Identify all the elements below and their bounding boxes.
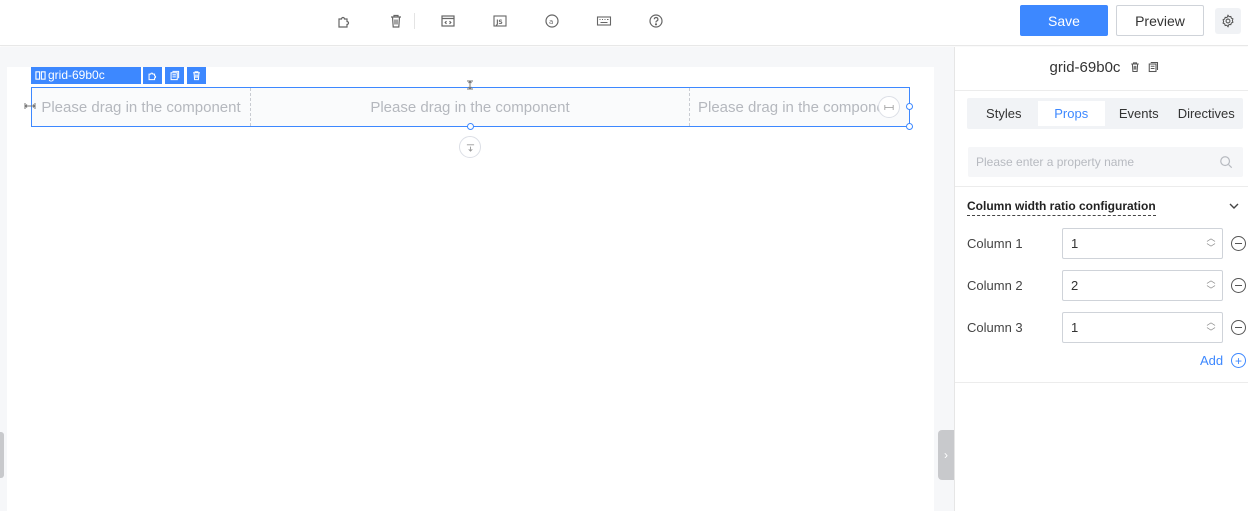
search-icon <box>1220 156 1233 169</box>
panel-title-actions <box>1129 61 1159 73</box>
column-3-stepper: ︿ ﹀ <box>1062 312 1223 343</box>
delete-icon[interactable] <box>387 12 405 30</box>
divider <box>955 90 1248 91</box>
plus-circle-icon[interactable]: + <box>1231 353 1246 368</box>
property-search <box>968 147 1243 177</box>
toolbar-divider <box>414 13 415 29</box>
collapse-panel-button[interactable]: › <box>938 430 954 480</box>
keyboard-icon[interactable] <box>595 12 613 30</box>
stepper-controls: ︿ ﹀ <box>1200 229 1222 258</box>
resize-handle-corner[interactable] <box>906 123 913 130</box>
resize-handle-right[interactable] <box>906 103 913 110</box>
column-1-label: Column 1 <box>967 236 1023 251</box>
panel-title: grid-69b0c <box>1049 59 1121 76</box>
decrement-icon[interactable]: ﹀ <box>1206 286 1215 295</box>
grid-column[interactable]: Please drag in the component <box>251 88 690 126</box>
divider <box>955 186 1248 187</box>
component-name-tag[interactable]: grid-69b0c <box>31 67 141 84</box>
grid-component[interactable]: Please drag in the component Please drag… <box>31 87 910 127</box>
increment-icon[interactable]: ︿ <box>1206 234 1215 243</box>
expand-horizontal-icon <box>884 104 894 110</box>
property-search-input[interactable] <box>976 155 1219 169</box>
resize-height-icon[interactable] <box>465 80 475 93</box>
grid-column[interactable]: Please drag in the component <box>32 88 251 126</box>
settings-button[interactable] <box>1215 8 1241 34</box>
column-3-input[interactable] <box>1063 320 1200 335</box>
decrement-icon[interactable]: ﹀ <box>1206 244 1215 253</box>
remove-column-2-button[interactable] <box>1231 278 1246 293</box>
design-canvas[interactable] <box>7 67 934 511</box>
svg-text:JS: JS <box>495 19 503 26</box>
component-name: grid-69b0c <box>48 68 105 82</box>
gear-icon <box>1222 14 1234 28</box>
delete-icon <box>193 71 200 81</box>
grid-icon <box>35 71 46 80</box>
increment-icon[interactable]: ︿ <box>1206 276 1215 285</box>
component-icon <box>148 72 157 81</box>
component-delete-button[interactable] <box>187 67 206 84</box>
component-select-parent-button[interactable] <box>143 67 162 84</box>
column-width-handle[interactable] <box>878 96 900 118</box>
resize-handle-bottom[interactable] <box>467 123 474 130</box>
help-icon[interactable] <box>647 12 665 30</box>
column-1-stepper: ︿ ﹀ <box>1062 228 1223 259</box>
column-placeholder: Please drag in the component <box>698 98 898 116</box>
copy-icon[interactable] <box>1147 61 1159 73</box>
grid-column[interactable]: Please drag in the component <box>690 88 909 126</box>
svg-text:a: a <box>549 18 553 26</box>
left-panel-handle[interactable] <box>0 432 4 478</box>
remove-column-3-button[interactable] <box>1231 320 1246 335</box>
column-2-label: Column 2 <box>967 278 1023 293</box>
remove-column-1-button[interactable] <box>1231 236 1246 251</box>
chevron-down-icon[interactable] <box>1227 199 1241 213</box>
copy-icon <box>170 70 180 81</box>
insert-below-icon <box>466 143 474 152</box>
at-icon[interactable]: a <box>543 12 561 30</box>
increment-icon[interactable]: ︿ <box>1206 318 1215 327</box>
stepper-controls: ︿ ﹀ <box>1200 271 1222 300</box>
column-1-input[interactable] <box>1063 236 1200 251</box>
divider <box>955 382 1248 383</box>
tab-props[interactable]: Props <box>1037 101 1105 126</box>
column-placeholder: Please drag in the component <box>41 98 241 116</box>
preview-button[interactable]: Preview <box>1116 5 1204 36</box>
resize-width-icon[interactable] <box>24 101 36 114</box>
tab-events[interactable]: Events <box>1105 101 1173 126</box>
column-2-stepper: ︿ ﹀ <box>1062 270 1223 301</box>
js-icon[interactable]: JS <box>491 12 509 30</box>
code-icon[interactable] <box>439 12 457 30</box>
decrement-icon[interactable]: ﹀ <box>1206 328 1215 337</box>
section-title[interactable]: Column width ratio configuration <box>967 199 1156 216</box>
top-toolbar: JS a Save Preview <box>0 0 1248 46</box>
add-column-button[interactable]: Add <box>1200 353 1223 368</box>
tab-directives[interactable]: Directives <box>1173 101 1241 126</box>
panel-tabs: Styles Props Events Directives <box>967 98 1243 129</box>
delete-icon[interactable] <box>1129 61 1141 73</box>
tab-styles[interactable]: Styles <box>970 101 1038 126</box>
component-copy-button[interactable] <box>165 67 184 84</box>
save-button[interactable]: Save <box>1020 5 1108 36</box>
stepper-controls: ︿ ﹀ <box>1200 313 1222 342</box>
column-3-label: Column 3 <box>967 320 1023 335</box>
column-placeholder: Please drag in the component <box>370 98 570 116</box>
component-icon[interactable] <box>335 12 353 30</box>
column-2-input[interactable] <box>1063 278 1200 293</box>
properties-panel: grid-69b0c Styles Props Events Directive… <box>954 47 1248 511</box>
chevron-right-icon: › <box>944 448 948 462</box>
add-below-button[interactable] <box>459 136 481 158</box>
